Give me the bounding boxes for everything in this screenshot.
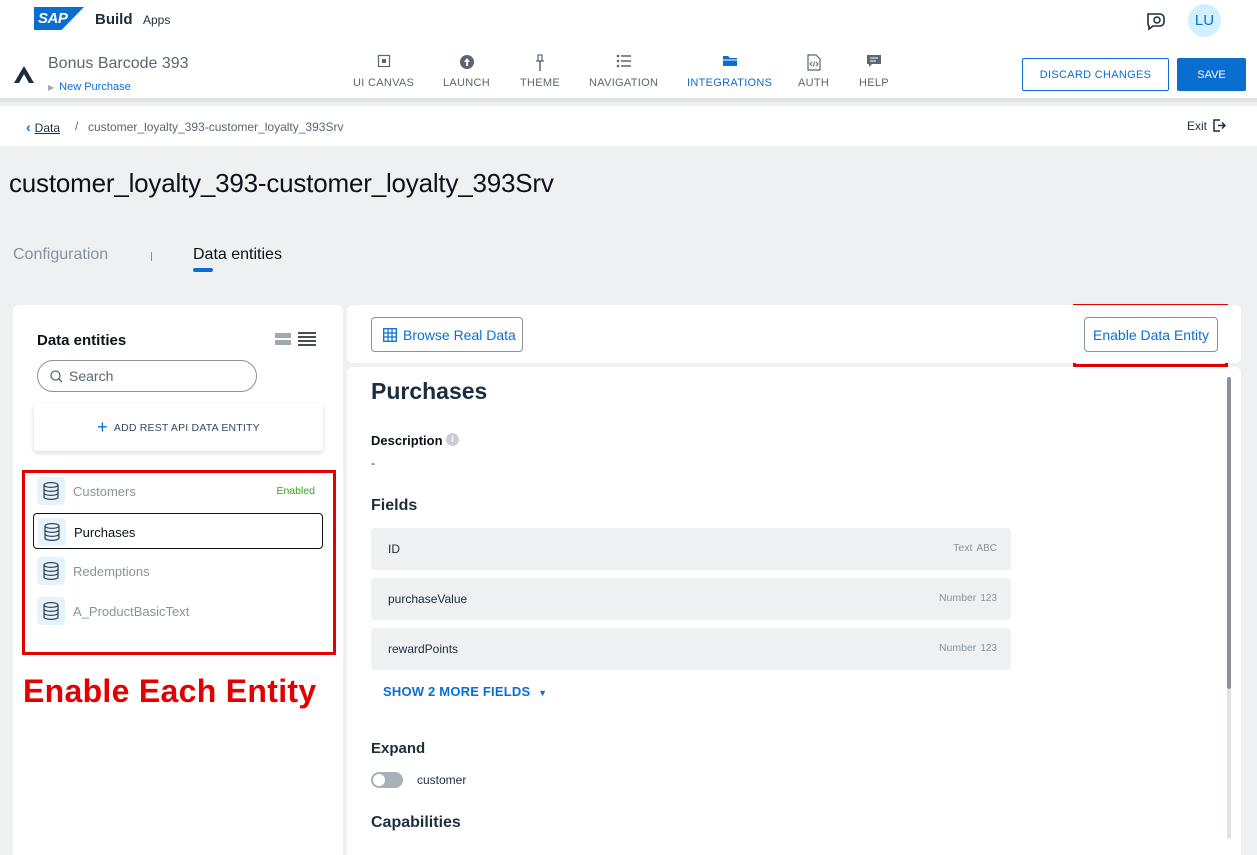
help-icon: [859, 54, 889, 74]
tab-auth[interactable]: AUTH: [798, 54, 829, 89]
scrollbar-thumb[interactable]: [1227, 377, 1231, 689]
save-button[interactable]: SAVE: [1177, 58, 1246, 91]
annotation-text: Enable Each Entity: [23, 673, 317, 709]
add-rest-api-entity-button[interactable]: + ADD REST API DATA ENTITY: [34, 403, 323, 451]
tab-launch[interactable]: LAUNCH: [443, 54, 490, 89]
navigation-icon: [589, 54, 658, 74]
breadcrumb: ‹ Data / customer_loyalty_393-customer_lo…: [0, 106, 1257, 146]
fields-heading: Fields: [371, 497, 418, 514]
enable-data-entity-button[interactable]: Enable Data Entity: [1084, 317, 1218, 352]
page-title: customer_loyalty_393-customer_loyalty_39…: [9, 168, 554, 198]
number-type-icon: 123: [980, 643, 997, 654]
plus-icon: +: [97, 417, 108, 437]
exit-button[interactable]: Exit: [1187, 119, 1227, 133]
chevron-left-icon: ‹: [26, 119, 31, 135]
active-tab-indicator: [193, 268, 213, 272]
field-name: purchaseValue: [388, 592, 468, 606]
expand-heading: Expand: [371, 740, 426, 757]
panel-title: Data entities: [37, 332, 127, 349]
tab-theme[interactable]: THEME: [520, 54, 560, 89]
field-type: Text ABC: [953, 542, 997, 554]
capabilities-heading: Capabilities: [371, 814, 461, 831]
scrollbar-track[interactable]: [1227, 689, 1231, 839]
expand-toggle-label: customer: [417, 773, 467, 787]
info-icon[interactable]: i: [446, 433, 459, 446]
folder-icon: [687, 54, 772, 74]
show-more-fields-button[interactable]: SHOW 2 MORE FIELDS ▼: [383, 684, 547, 699]
card-view-icon[interactable]: [275, 332, 291, 351]
entity-search[interactable]: [37, 360, 257, 392]
table-grid-icon: [383, 328, 397, 345]
theme-icon: [520, 54, 560, 74]
build-apps-logo-icon: [12, 64, 36, 84]
sap-logo[interactable]: SAP: [34, 7, 84, 30]
help-chat-icon[interactable]: [1145, 10, 1167, 32]
product-name: Build: [95, 11, 133, 28]
discard-changes-button[interactable]: DISCARD CHANGES: [1022, 58, 1169, 91]
page-selector[interactable]: ▶ New Purchase: [48, 81, 131, 93]
field-row[interactable]: ID Text ABC: [371, 528, 1011, 570]
field-row[interactable]: rewardPoints Number 123: [371, 628, 1011, 670]
entity-detail-panel: Purchases Description i - Fields ID Text…: [347, 367, 1241, 855]
auth-icon: [798, 54, 829, 74]
tab-integrations[interactable]: INTEGRATIONS: [687, 54, 772, 89]
number-type-icon: 123: [980, 593, 997, 604]
launch-icon: [443, 54, 490, 74]
highlight-entity-list: [22, 470, 336, 655]
tab-help[interactable]: HELP: [859, 54, 889, 89]
browse-real-data-button[interactable]: Browse Real Data: [371, 317, 523, 352]
breadcrumb-current: customer_loyalty_393-customer_loyalty_39…: [88, 120, 344, 134]
field-type: Number 123: [938, 642, 997, 654]
text-type-icon: ABC: [976, 543, 997, 554]
breadcrumb-separator: /: [75, 119, 79, 133]
tab-data-entities[interactable]: Data entities: [193, 246, 282, 264]
toggle-knob: [373, 774, 385, 786]
tab-ui-canvas[interactable]: UI CANVAS: [353, 54, 414, 89]
app-name[interactable]: Bonus Barcode 393: [48, 55, 189, 73]
field-row[interactable]: purchaseValue Number 123: [371, 578, 1011, 620]
tab-divider: [151, 252, 152, 261]
field-name: ID: [388, 542, 400, 556]
field-type: Number 123: [938, 592, 997, 604]
tab-navigation[interactable]: NAVIGATION: [589, 54, 658, 89]
canvas-icon: [353, 54, 414, 74]
entity-title: Purchases: [371, 378, 488, 404]
caret-down-icon: ▼: [538, 688, 548, 698]
description-value: -: [371, 456, 375, 470]
search-icon: [50, 370, 63, 388]
user-avatar[interactable]: LU: [1188, 4, 1221, 37]
entity-toolbar: Browse Real Data Enable Data Entity: [347, 305, 1241, 363]
exit-icon: [1213, 119, 1227, 132]
page-name: New Purchase: [59, 81, 131, 93]
app-toolbar: Bonus Barcode 393 ▶ New Purchase UI CANVA…: [0, 42, 1257, 102]
product-sub: Apps: [143, 13, 171, 27]
breadcrumb-back-link[interactable]: ‹ Data: [26, 119, 60, 135]
expand-toggle[interactable]: [371, 772, 403, 788]
search-input[interactable]: [69, 368, 239, 384]
list-view-icon[interactable]: [298, 332, 316, 351]
field-name: rewardPoints: [388, 642, 459, 656]
tab-configuration[interactable]: Configuration: [13, 246, 108, 264]
description-label: Description: [371, 433, 443, 448]
shell-bar: SAP Build Apps LU: [0, 0, 1257, 42]
